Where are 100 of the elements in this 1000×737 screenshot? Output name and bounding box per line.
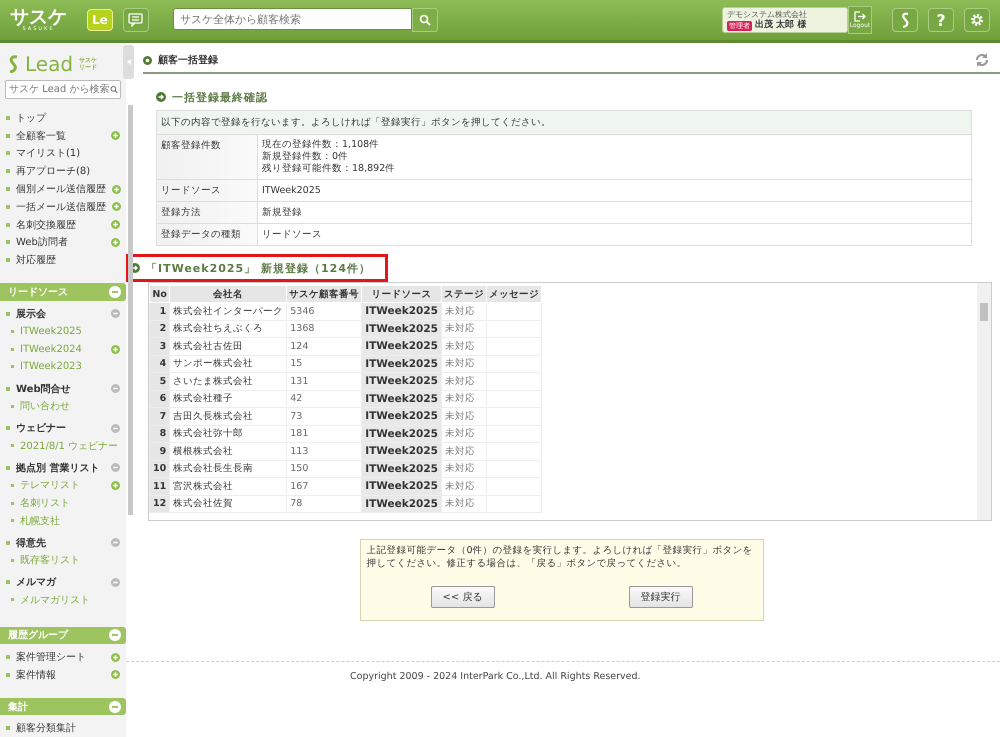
table-cell: ITWeek2025 [362,390,442,408]
column-header: リードソース [362,286,442,302]
sidebar-item[interactable]: マイリスト(1) [16,146,120,160]
sidebar-item[interactable]: 顧客分類集計 [16,721,120,736]
column-header: メッセージ [486,286,542,302]
sidebar-item[interactable]: トップ [16,110,120,125]
scrollbar[interactable] [128,105,133,515]
collapse-icon[interactable] [111,424,120,433]
bullet-circle-icon [143,56,152,64]
table-cell: 未対応 [441,355,486,372]
sidebar-item[interactable]: 対応履歴 [16,253,120,268]
sidebar-group[interactable]: メルマガ [16,575,105,589]
add-icon[interactable] [111,344,120,354]
collapse-icon[interactable] [109,629,121,642]
table-cell: 42 [286,390,362,408]
sidebar-item[interactable]: 一括メール送信履歴 [16,200,106,214]
table-cell: ITWeek2025 [362,355,442,372]
chat-icon[interactable] [122,8,149,32]
bullet-icon [6,134,10,138]
table-cell: 未対応 [441,460,486,478]
table-cell: 4 [150,355,170,372]
table-cell: 8 [150,425,170,442]
bullet-icon [11,330,14,333]
bullet-icon [6,426,10,430]
table-cell: ITWeek2025 [362,442,442,460]
collapse-icon[interactable] [111,309,120,318]
table-cell: 株式会社種子 [170,390,287,408]
sidebar-item[interactable]: 全顧客一覧 [16,128,105,143]
table-cell: 73 [286,408,362,425]
sidebar-item[interactable]: Web訪問者 [16,235,105,250]
add-icon[interactable] [112,184,121,194]
sidebar-item[interactable]: 案件管理シート [16,650,105,664]
table-cell: 横根株式会社 [170,442,287,460]
table-cell: 150 [286,460,362,478]
add-icon[interactable] [111,652,120,662]
table-cell: サンポー株式会社 [170,355,287,372]
search-field[interactable]: サスケ全体から顧客検索 [172,8,412,30]
sidebar-item[interactable]: 個別メール送信履歴 [16,182,106,196]
bullet-icon [6,116,10,120]
sidebar-item[interactable]: 案件情報 [16,668,105,682]
column-header: 会社名 [170,286,287,302]
table-cell: 78 [286,495,362,512]
scrollbar[interactable] [977,283,991,520]
sidebar-group[interactable]: 拠点別 営業リスト [16,460,105,474]
table-cell: 113 [286,442,362,460]
column-header: ステージ [441,286,486,302]
collapse-icon[interactable] [111,384,120,394]
bullet-icon [6,672,10,677]
table-cell: 株式会社古佐田 [170,338,287,355]
sidebar-group[interactable]: ウェビナー [16,421,105,436]
add-icon[interactable] [111,480,120,490]
s-logo-icon[interactable] [892,8,918,32]
product-logo: Lead [25,52,74,76]
back-button[interactable]: << 戻る [430,586,494,608]
page-title: 顧客一括登録 [158,53,219,67]
sidebar-group[interactable]: Web問合せ [16,382,105,396]
table-cell: 未対応 [441,425,486,442]
bullet-icon [6,466,10,470]
bullet-icon [11,444,14,448]
column-header: サスケ顧客番号 [286,286,362,302]
table-cell: ITWeek2025 [362,302,442,320]
sidebar-group[interactable]: 得意先 [16,536,105,550]
bullet-icon [11,558,14,562]
table-cell: 3 [150,338,170,355]
bullet-icon [6,258,10,262]
sidebar-collapse-button[interactable] [123,45,134,79]
table-cell: ITWeek2025 [362,408,442,425]
search-button[interactable] [412,8,438,32]
add-icon[interactable] [111,131,120,140]
table-cell: 11 [150,478,170,495]
collapse-icon[interactable] [111,463,120,472]
bullet-icon [11,404,14,408]
table-cell: 株式会社弥十郎 [170,425,287,442]
submit-button[interactable]: 登録実行 [628,586,692,608]
search-icon [418,14,431,26]
bullet-icon [6,312,10,316]
table-cell: ITWeek2025 [362,425,442,442]
refresh-icon[interactable] [974,52,990,68]
sidebar-item[interactable]: 名刺交換履歴 [16,218,105,232]
section-title: 一括登録最終確認 [172,90,268,104]
company-name: デモシステム株式会社 [727,9,808,19]
add-icon[interactable] [111,670,120,680]
sidebar-group[interactable]: 展示会 [16,306,105,321]
notice-text: 以下の内容で登録を行ないます。よろしければ「登録実行」ボタンを押してください。 [156,110,972,134]
table-cell: 5346 [286,302,362,320]
add-icon[interactable] [112,202,121,212]
sidebar-item[interactable]: 再アプローチ(8) [16,164,120,178]
collapse-icon[interactable] [111,578,120,586]
table-cell: 未対応 [441,442,486,460]
search-icon[interactable] [110,85,118,94]
collapse-icon[interactable] [109,286,121,298]
collapse-icon[interactable] [109,700,121,713]
table-cell: 7 [150,408,170,425]
add-icon[interactable] [111,220,120,230]
sidebar-search-field[interactable]: サスケ Lead から検索 [5,80,121,100]
settings-icon[interactable] [964,8,990,32]
bullet-icon [6,169,10,174]
collapse-icon[interactable] [111,538,120,548]
add-icon[interactable] [111,238,120,247]
field-value: リードソース [258,224,972,246]
